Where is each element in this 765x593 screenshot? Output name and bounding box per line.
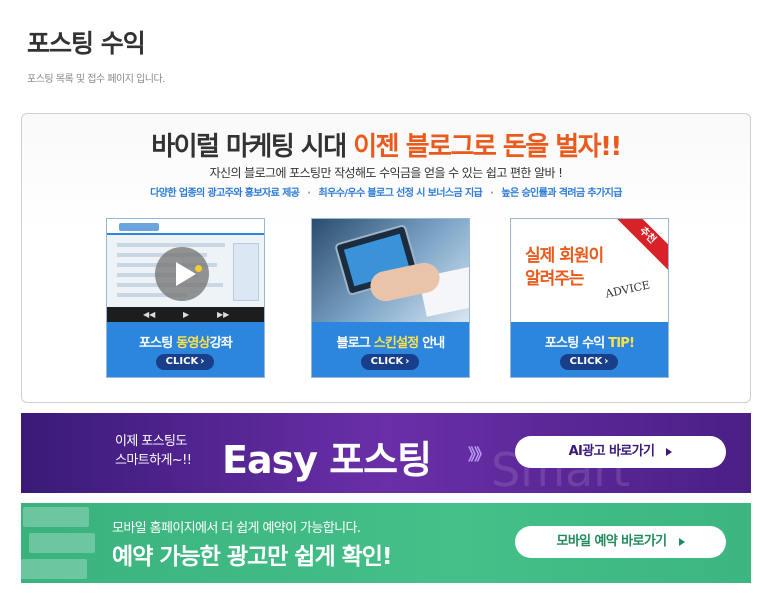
mobile-reservation-banner[interactable]: 모바일 홈페이지에서 더 쉽게 예약이 가능합니다. 예약 가능한 광고만 쉽게… [21,503,751,583]
label-part: 블로그 [336,336,374,351]
video-play-icon[interactable] [155,247,209,301]
chevron-right-icon: › [200,356,205,367]
card-label: 포스팅 동영상강좌 [107,332,264,351]
ai-ad-shortcut-button[interactable]: AI광고 바로가기 [515,436,726,468]
click-button[interactable]: CLICK › [560,354,618,370]
play-icon[interactable]: ▶ [183,307,189,322]
forward-icon[interactable]: ▶▶ [217,307,229,322]
mobile-banner-small-text: 모바일 홈페이지에서 더 쉽게 예약이 가능합니다. [112,521,361,536]
recommend-ribbon: 추천 [610,219,668,273]
play-triangle-icon [678,537,685,546]
label-highlight: 스킨설정 [373,336,419,351]
label-part: 강좌 [209,336,233,351]
tablet-photo [312,219,469,322]
ai-button-label: AI광고 바로가기 [568,444,655,459]
headline-dark: 바이럴 마케팅 시대 [151,132,347,162]
promo-box: 바이럴 마케팅 시대 이젠 블로그로 돈을 벌자!! 자신의 블로그에 포스팅만… [21,113,751,403]
headline-highlight: 이젠 블로그로 돈을 벌자!! [353,132,622,162]
ai-banner-small-text: 이제 포스팅도스마트하게~!! [115,432,192,470]
feature-item: 최우수/우수 블로그 선정 시 보너스금 지급 [318,188,483,199]
label-highlight: TIP! [608,336,635,351]
ai-banner-title: Easy 포스팅 [222,438,432,482]
tip-thumbnail: 실제 회원이알려주는 ADVICE 추천 [511,219,668,322]
video-thumbnail: ◀◀ ▶ ▶▶ [107,219,264,322]
feature-separator: · [490,188,494,199]
page-header: 포스팅 수익 포스팅 목록 및 접수 페이지 입니다. [27,24,165,85]
ai-ad-banner[interactable]: Smart 이제 포스팅도 스마트하게~!! Easy 포스팅 》》 AI광고 바… [21,413,751,493]
sidebar-mock [233,243,259,301]
feature-item: 다양한 업종의 광고주와 홍보자료 제공 [150,188,300,199]
click-button[interactable]: CLICK › [156,354,214,370]
video-controls: ◀◀ ▶ ▶▶ [107,307,264,322]
ai-banner-line: 스마트하게~!! [115,453,192,468]
promo-features: 다양한 업종의 광고주와 홍보자료 제공 · 최우수/우수 블로그 선정 시 보너스… [22,184,750,199]
label-part: 포스팅 수익 [544,336,609,351]
rewind-icon[interactable]: ◀◀ [143,307,155,322]
card-label-area: 포스팅 동영상강좌 CLICK › [107,322,264,377]
logo-mock [119,223,159,231]
card-label: 블로그 스킨설정 안내 [312,332,469,351]
video-tutorial-card[interactable]: ◀◀ ▶ ▶▶ 포스팅 동영상강좌 CLICK › [106,218,265,378]
mobile-banner-title: 예약 가능한 광고만 쉽게 확인! [112,544,392,570]
note-shape [29,533,95,553]
click-label: CLICK [370,356,404,367]
double-chevron-icon: 》》 [468,445,490,464]
chevron-right-icon: › [604,356,609,367]
click-button[interactable]: CLICK › [361,354,419,370]
skin-settings-card[interactable]: 블로그 스킨설정 안내 CLICK › [311,218,470,378]
label-highlight: 동영상 [176,336,210,351]
advice-text: ADVICE [604,278,652,301]
card-label-area: 블로그 스킨설정 안내 CLICK › [312,322,469,377]
promo-headline: 바이럴 마케팅 시대 이젠 블로그로 돈을 벌자!! [22,126,750,163]
feature-separator: · [307,188,311,199]
label-part: 안내 [418,336,445,351]
card-label: 포스팅 수익 TIP! [511,332,668,351]
income-tip-card[interactable]: 실제 회원이알려주는 ADVICE 추천 포스팅 수익 TIP! CLICK › [510,218,669,378]
tip-line: 실제 회원이 [525,246,604,266]
mobile-reservation-button[interactable]: 모바일 예약 바로가기 [515,526,726,558]
play-triangle-icon [666,447,673,456]
card-label-area: 포스팅 수익 TIP! CLICK › [511,322,668,377]
site-header-mock [107,219,264,235]
click-label: CLICK [569,356,603,367]
note-shape [23,507,89,527]
ai-banner-line: 이제 포스팅도 [115,434,187,449]
note-shape [21,559,87,579]
page-subtitle: 포스팅 목록 및 접수 페이지 입니다. [27,74,165,85]
sticky-notes-decoration [21,503,95,583]
label-part: 포스팅 [138,336,177,351]
click-label: CLICK [165,356,199,367]
tip-line: 알려주는 [525,269,585,289]
promo-tagline: 자신의 블로그에 포스팅만 작성해도 수익금을 얻을 수 있는 쉽고 편한 알바… [209,166,563,180]
cursor-highlight [195,265,202,272]
text-line-mock [117,243,225,247]
mobile-button-label: 모바일 예약 바로가기 [556,534,667,549]
chevron-right-icon: › [405,356,410,367]
page-title: 포스팅 수익 [27,29,146,58]
feature-item: 높은 승인률과 격려금 추가지급 [501,188,622,199]
tip-thumb-text: 실제 회원이알려주는 [525,245,604,291]
